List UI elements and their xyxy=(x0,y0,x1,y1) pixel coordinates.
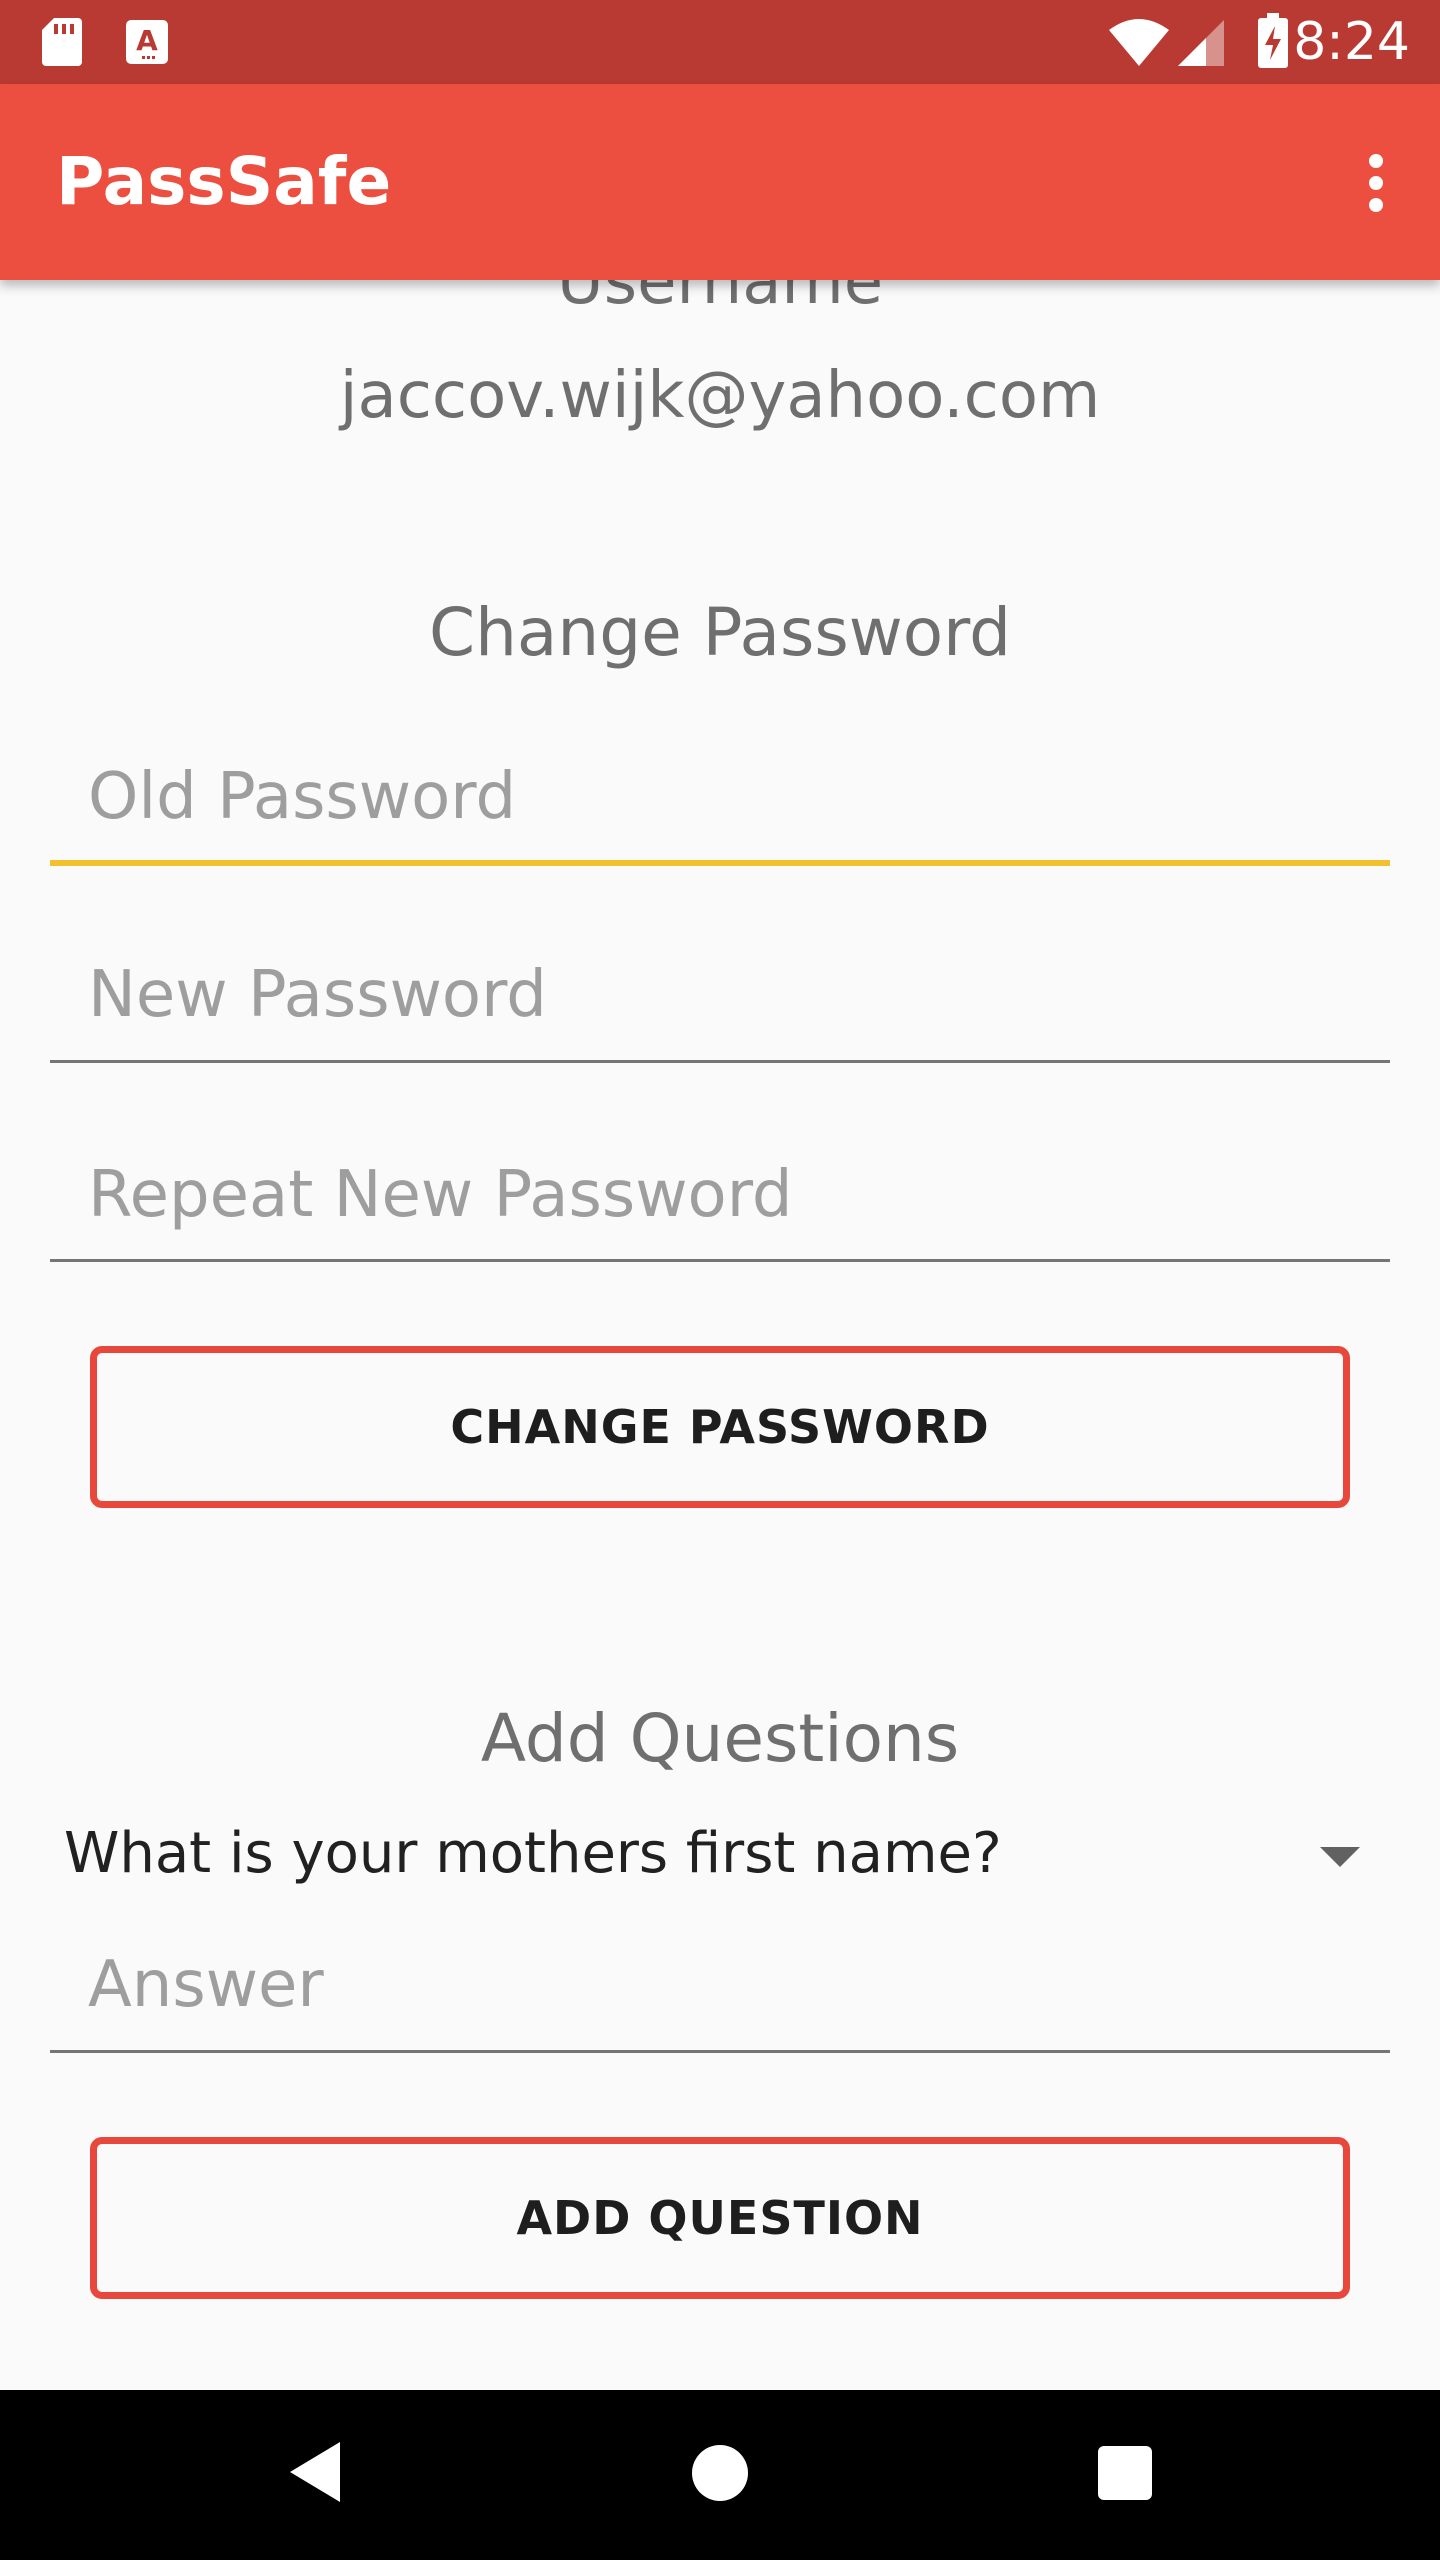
new-password-underline xyxy=(50,1060,1390,1063)
old-password-underline xyxy=(50,860,1390,866)
old-password-field[interactable] xyxy=(50,742,1390,852)
back-icon[interactable] xyxy=(290,2442,340,2502)
answer-underline xyxy=(50,2050,1390,2053)
battery-charging-icon xyxy=(1258,13,1288,68)
cell-signal-icon xyxy=(1178,20,1224,66)
status-time: 8:24 xyxy=(1293,12,1410,72)
svg-text:A: A xyxy=(136,24,158,57)
home-icon[interactable] xyxy=(692,2445,748,2501)
wifi-icon xyxy=(1109,19,1169,66)
repeat-password-underline xyxy=(50,1259,1390,1262)
answer-field[interactable] xyxy=(50,1930,1390,2040)
menu-dot xyxy=(1369,176,1383,190)
app-bar: PassSafe xyxy=(0,84,1440,280)
username-value: jaccov.wijk@yahoo.com xyxy=(339,359,1101,433)
dropdown-arrow-icon xyxy=(1320,1847,1360,1867)
new-password-field[interactable] xyxy=(50,940,1390,1050)
settings-content: Username jaccov.wijk@yahoo.com Change Pa… xyxy=(0,245,1440,2390)
change-password-heading: Change Password xyxy=(429,594,1011,671)
recents-icon[interactable] xyxy=(1098,2446,1152,2500)
app-title: PassSafe xyxy=(56,143,392,220)
menu-dot xyxy=(1369,154,1383,168)
navigation-bar xyxy=(0,2390,1440,2560)
overflow-menu-icon[interactable] xyxy=(1336,138,1416,228)
status-bar: A 8:24 xyxy=(0,0,1440,84)
accessibility-a-icon: A xyxy=(126,20,168,64)
sd-card-icon xyxy=(42,18,82,66)
repeat-password-field[interactable] xyxy=(50,1140,1390,1250)
question-spinner[interactable]: What is your mothers first name? xyxy=(50,1807,1390,1907)
add-questions-heading: Add Questions xyxy=(480,1700,960,1777)
selected-question: What is your mothers first name? xyxy=(64,1821,1002,1886)
screen: A 8:24 PassSafe Username jaccov.wijk@yah… xyxy=(0,0,1440,2560)
add-question-button[interactable]: ADD QUESTION xyxy=(90,2137,1350,2299)
change-password-button[interactable]: CHANGE PASSWORD xyxy=(90,1346,1350,1508)
menu-dot xyxy=(1369,198,1383,212)
